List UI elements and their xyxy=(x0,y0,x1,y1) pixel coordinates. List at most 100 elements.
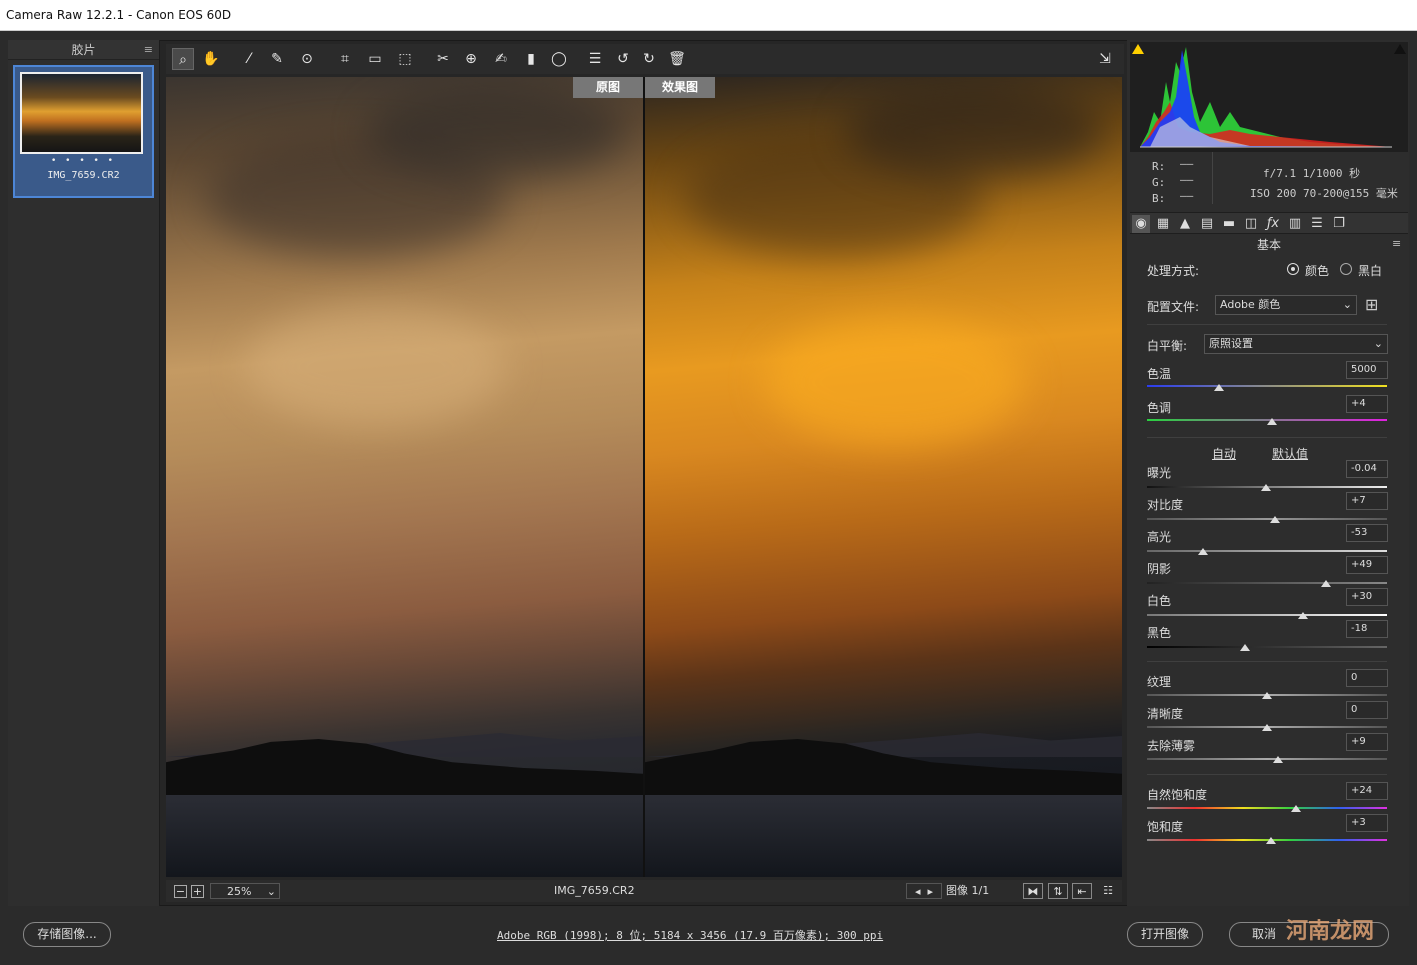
clarity-value[interactable]: 0 xyxy=(1346,701,1388,719)
dehaze-handle[interactable] xyxy=(1273,756,1283,763)
shadows-handle[interactable] xyxy=(1321,580,1331,587)
rotate-left-icon[interactable]: ↺ xyxy=(612,48,634,70)
vibrance-slider[interactable]: 自然饱和度 +24 xyxy=(1147,782,1392,816)
radio-color[interactable] xyxy=(1287,263,1299,275)
radio-bw[interactable] xyxy=(1340,263,1352,275)
default-button[interactable]: 默认值 xyxy=(1272,445,1308,462)
radial-filter-icon[interactable]: ◯ xyxy=(548,48,570,70)
whites-handle[interactable] xyxy=(1298,612,1308,619)
menu-icon[interactable]: ≡ xyxy=(144,40,153,60)
texture-slider[interactable]: 纹理 0 xyxy=(1147,669,1392,703)
tint-value[interactable]: +4 xyxy=(1346,395,1388,413)
blacks-value[interactable]: -18 xyxy=(1346,620,1388,638)
adjustment-brush-icon[interactable]: ✍ xyxy=(490,48,512,70)
prev-icon[interactable]: ◂ xyxy=(915,885,921,898)
hand-icon[interactable]: ✋ xyxy=(200,48,222,70)
contrast-value[interactable]: +7 xyxy=(1346,492,1388,510)
whites-value[interactable]: +30 xyxy=(1346,588,1388,606)
transform-icon[interactable]: ⬚ xyxy=(394,48,416,70)
tab-detail-icon[interactable]: ▲ xyxy=(1176,215,1194,233)
auto-button[interactable]: 自动 xyxy=(1212,445,1236,462)
rating-stars[interactable]: • • • • • xyxy=(20,156,147,166)
tab-calibration-icon[interactable]: ▥ xyxy=(1286,215,1304,233)
contrast-handle[interactable] xyxy=(1270,516,1280,523)
fullscreen-icon[interactable]: ⇲ xyxy=(1094,48,1116,70)
graduated-filter-icon[interactable]: ▮ xyxy=(520,48,542,70)
blacks-handle[interactable] xyxy=(1240,644,1250,651)
tab-lens-icon[interactable]: ◫ xyxy=(1242,215,1260,233)
tab-split-toning-icon[interactable]: ▬ xyxy=(1220,215,1238,233)
zoom-select[interactable]: 25% ⌄ xyxy=(210,883,280,899)
copy-settings-icon[interactable]: ⇤ xyxy=(1072,883,1092,899)
settings-toggle-icon[interactable]: ☷ xyxy=(1098,883,1118,899)
saturation-slider[interactable]: 饱和度 +3 xyxy=(1147,814,1392,848)
temp-handle[interactable] xyxy=(1214,384,1224,391)
image-viewer[interactable] xyxy=(166,77,1122,877)
profile-select[interactable]: Adobe 颜色 ⌄ xyxy=(1215,295,1357,315)
saturation-handle[interactable] xyxy=(1266,837,1276,844)
contrast-track[interactable] xyxy=(1147,518,1387,520)
tab-presets-icon[interactable]: ☰ xyxy=(1308,215,1326,233)
shadows-value[interactable]: +49 xyxy=(1346,556,1388,574)
shadow-clip-icon[interactable] xyxy=(1132,44,1144,54)
next-icon[interactable]: ▸ xyxy=(928,885,934,898)
red-eye-icon[interactable]: ⊕ xyxy=(460,48,482,70)
texture-handle[interactable] xyxy=(1262,692,1272,699)
zoom-icon[interactable]: ⌕ xyxy=(172,48,194,70)
before-after-view-icon[interactable]: ⧓ xyxy=(1023,883,1043,899)
preferences-icon[interactable]: ☰ xyxy=(584,48,606,70)
vibrance-handle[interactable] xyxy=(1291,805,1301,812)
rotate-right-icon[interactable]: ↻ xyxy=(638,48,660,70)
highlight-clip-icon[interactable] xyxy=(1394,44,1406,54)
tab-hsl-icon[interactable]: ▤ xyxy=(1198,215,1216,233)
shadows-track[interactable] xyxy=(1147,582,1387,584)
dehaze-value[interactable]: +9 xyxy=(1346,733,1388,751)
trash-icon[interactable]: 🗑 xyxy=(666,48,688,70)
tab-effects-icon[interactable]: ƒx xyxy=(1264,215,1282,233)
vibrance-value[interactable]: +24 xyxy=(1346,782,1388,800)
panel-menu-icon[interactable]: ≡ xyxy=(1392,237,1401,250)
exposure-slider[interactable]: 曝光 -0.04 xyxy=(1147,460,1392,494)
blacks-track[interactable] xyxy=(1147,646,1387,648)
exposure-handle[interactable] xyxy=(1261,484,1271,491)
tint-handle[interactable] xyxy=(1267,418,1277,425)
spot-removal-icon[interactable]: ✂ xyxy=(432,48,454,70)
save-image-button[interactable]: 存储图像... xyxy=(23,922,111,947)
whites-slider[interactable]: 白色 +30 xyxy=(1147,588,1392,622)
dehaze-slider[interactable]: 去除薄雾 +9 xyxy=(1147,733,1392,767)
filmstrip-thumbnail[interactable]: • • • • • IMG_7659.CR2 xyxy=(13,65,154,198)
whites-track[interactable] xyxy=(1147,614,1387,616)
texture-value[interactable]: 0 xyxy=(1346,669,1388,687)
swap-icon[interactable]: ⇅ xyxy=(1048,883,1068,899)
straighten-icon[interactable]: ▭ xyxy=(364,48,386,70)
vibrance-track[interactable] xyxy=(1147,807,1387,809)
zoom-out-icon[interactable]: − xyxy=(174,885,187,898)
temp-slider[interactable]: 色温 5000 xyxy=(1147,361,1392,395)
temp-value[interactable]: 5000 xyxy=(1346,361,1388,379)
temp-track[interactable] xyxy=(1147,385,1387,387)
tint-slider[interactable]: 色调 +4 xyxy=(1147,395,1392,429)
zoom-in-icon[interactable]: + xyxy=(191,885,204,898)
contrast-slider[interactable]: 对比度 +7 xyxy=(1147,492,1392,526)
exposure-value[interactable]: -0.04 xyxy=(1346,460,1388,478)
clarity-slider[interactable]: 清晰度 0 xyxy=(1147,701,1392,735)
tab-snapshots-icon[interactable]: ❐ xyxy=(1330,215,1348,233)
tab-basic-icon[interactable]: ◉ xyxy=(1132,215,1150,233)
tab-tone-curve-icon[interactable]: ▦ xyxy=(1154,215,1172,233)
white-balance-icon[interactable]: ⁄ xyxy=(238,48,260,70)
wb-select[interactable]: 原照设置 ⌄ xyxy=(1204,334,1388,354)
workflow-options-link[interactable]: Adobe RGB (1998); 8 位; 5184 x 3456 (17.9… xyxy=(497,927,883,943)
highlights-handle[interactable] xyxy=(1198,548,1208,555)
highlights-value[interactable]: -53 xyxy=(1346,524,1388,542)
highlights-track[interactable] xyxy=(1147,550,1387,552)
dehaze-track[interactable] xyxy=(1147,758,1387,760)
saturation-value[interactable]: +3 xyxy=(1346,814,1388,832)
shadows-slider[interactable]: 阴影 +49 xyxy=(1147,556,1392,590)
open-image-button[interactable]: 打开图像 xyxy=(1127,922,1203,947)
profile-browser-icon[interactable]: ⊞ xyxy=(1365,295,1378,314)
clarity-handle[interactable] xyxy=(1262,724,1272,731)
highlights-slider[interactable]: 高光 -53 xyxy=(1147,524,1392,558)
crop-icon[interactable]: ⌗ xyxy=(334,48,356,70)
image-nav[interactable]: ◂ ▸ xyxy=(906,883,942,899)
color-sampler-icon[interactable]: ✎ xyxy=(266,48,288,70)
